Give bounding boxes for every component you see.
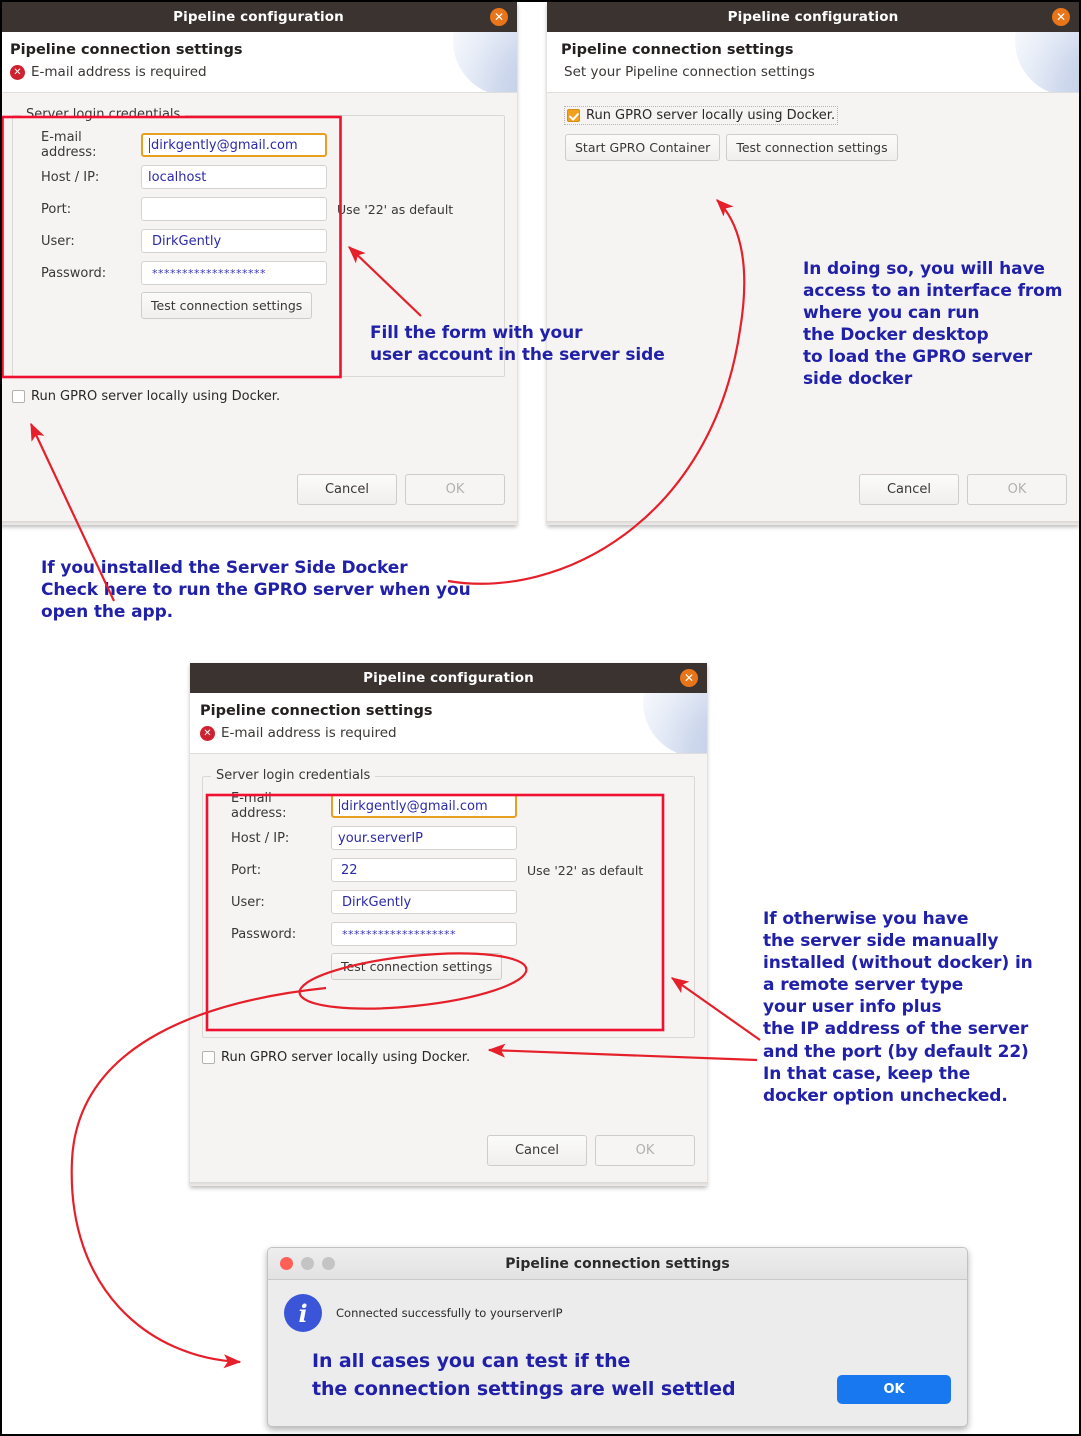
page-border: [0, 0, 1081, 1436]
